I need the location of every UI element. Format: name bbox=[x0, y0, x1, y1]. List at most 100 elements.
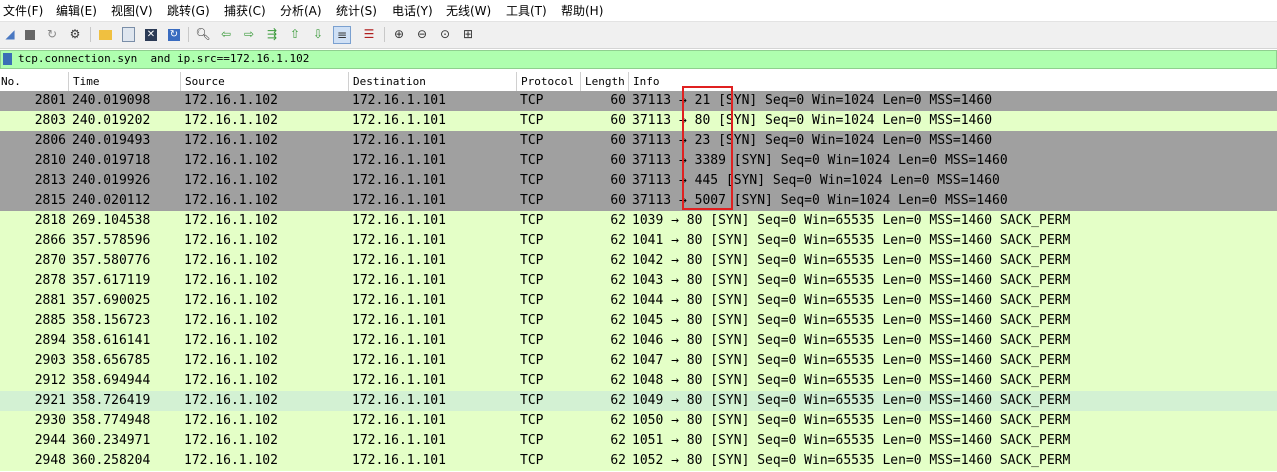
table-row[interactable]: 2930 358.774948 172.16.1.102 172.16.1.101 TC… bbox=[0, 411, 1277, 431]
packet-info: 1046 → 80 [SYN] Seq=0 Win=65535 Len=0 MS… bbox=[632, 333, 1071, 348]
column-header-destination[interactable]: Destination bbox=[353, 75, 426, 88]
table-row[interactable]: 2885 358.156723 172.16.1.102 172.16.1.101 TC… bbox=[0, 311, 1277, 331]
restart-icon[interactable]: ↻ bbox=[44, 26, 60, 42]
find-icon[interactable]: 🔍︎ bbox=[195, 26, 211, 42]
bookmark-icon[interactable] bbox=[3, 53, 12, 65]
packet-length: 62 bbox=[610, 273, 626, 288]
table-row[interactable]: 2818 269.104538 172.16.1.102 172.16.1.101 TC… bbox=[0, 211, 1277, 231]
table-row[interactable]: 2881 357.690025 172.16.1.102 172.16.1.101 TC… bbox=[0, 291, 1277, 311]
menu-file[interactable]: 文件(F) bbox=[3, 2, 43, 19]
shark-fin-start-icon[interactable]: ◢ bbox=[2, 26, 18, 42]
table-row[interactable]: 2912 358.694944 172.16.1.102 172.16.1.101 TC… bbox=[0, 371, 1277, 391]
packet-length: 62 bbox=[610, 253, 626, 268]
menu-help[interactable]: 帮助(H) bbox=[561, 2, 603, 19]
packet-source: 172.16.1.102 bbox=[184, 93, 278, 108]
column-header-protocol[interactable]: Protocol bbox=[521, 75, 574, 88]
first-packet-icon[interactable]: ⇧ bbox=[287, 26, 303, 42]
zoom-in-icon[interactable]: ⊕ bbox=[391, 26, 407, 42]
table-row[interactable]: 2894 358.616141 172.16.1.102 172.16.1.101 TC… bbox=[0, 331, 1277, 351]
toolbar-separator bbox=[384, 27, 385, 42]
packet-list: 2801 240.019098 172.16.1.102 172.16.1.101 TC… bbox=[0, 91, 1277, 472]
packet-info: 1047 → 80 [SYN] Seq=0 Win=65535 Len=0 MS… bbox=[632, 353, 1071, 368]
save-file-icon[interactable] bbox=[120, 26, 136, 42]
table-row[interactable]: 2921 358.726419 172.16.1.102 172.16.1.101 TC… bbox=[0, 391, 1277, 411]
packet-length: 62 bbox=[610, 453, 626, 468]
packet-length: 62 bbox=[610, 233, 626, 248]
column-header-info[interactable]: Info bbox=[633, 75, 660, 88]
reload-icon[interactable]: ↻ bbox=[166, 26, 182, 42]
table-row[interactable]: 2815 240.020112 172.16.1.102 172.16.1.101 TC… bbox=[0, 191, 1277, 211]
packet-protocol: TCP bbox=[520, 393, 544, 408]
menu-go[interactable]: 跳转(G) bbox=[167, 2, 210, 19]
packet-protocol: TCP bbox=[520, 453, 544, 468]
table-row[interactable]: 2866 357.578596 172.16.1.102 172.16.1.101 TC… bbox=[0, 231, 1277, 251]
packet-info: 1050 → 80 [SYN] Seq=0 Win=65535 Len=0 MS… bbox=[632, 413, 1071, 428]
table-row[interactable]: 2810 240.019718 172.16.1.102 172.16.1.101 TC… bbox=[0, 151, 1277, 171]
column-header-source[interactable]: Source bbox=[185, 75, 225, 88]
menu-statistics[interactable]: 统计(S) bbox=[336, 2, 377, 19]
packet-number: 2803 bbox=[34, 113, 66, 128]
menu-view[interactable]: 视图(V) bbox=[111, 2, 153, 19]
packet-number: 2806 bbox=[34, 133, 66, 148]
packet-destination: 172.16.1.101 bbox=[352, 373, 446, 388]
menu-analyze[interactable]: 分析(A) bbox=[280, 2, 322, 19]
table-row[interactable]: 2806 240.019493 172.16.1.102 172.16.1.101 TC… bbox=[0, 131, 1277, 151]
stop-icon[interactable] bbox=[22, 26, 38, 42]
column-header-time[interactable]: Time bbox=[73, 75, 100, 88]
packet-source: 172.16.1.102 bbox=[184, 133, 278, 148]
menu-capture[interactable]: 捕获(C) bbox=[224, 2, 266, 19]
colorize-icon[interactable]: ☰ bbox=[361, 26, 377, 42]
packet-destination: 172.16.1.101 bbox=[352, 233, 446, 248]
zoom-out-icon[interactable]: ⊖ bbox=[414, 26, 430, 42]
table-row[interactable]: 2948 360.258204 172.16.1.102 172.16.1.101 TC… bbox=[0, 451, 1277, 471]
resize-columns-icon[interactable]: ⊞ bbox=[460, 26, 476, 42]
packet-time: 357.617119 bbox=[72, 273, 151, 288]
menu-wireless[interactable]: 无线(W) bbox=[446, 2, 491, 19]
display-filter-input[interactable]: tcp.connection.syn and ip.src==172.16.1.… bbox=[18, 52, 309, 65]
packet-source: 172.16.1.102 bbox=[184, 393, 278, 408]
packet-protocol: TCP bbox=[520, 93, 544, 108]
packet-destination: 172.16.1.101 bbox=[352, 273, 446, 288]
packet-source: 172.16.1.102 bbox=[184, 333, 278, 348]
autoscroll-icon[interactable]: ≡ bbox=[333, 26, 351, 44]
column-divider[interactable] bbox=[516, 72, 517, 91]
column-divider[interactable] bbox=[68, 72, 69, 91]
packet-length: 60 bbox=[610, 113, 626, 128]
normal-size-icon[interactable]: ⊙ bbox=[437, 26, 453, 42]
table-row[interactable]: 2903 358.656785 172.16.1.102 172.16.1.101 TC… bbox=[0, 351, 1277, 371]
table-row[interactable]: 2803 240.019202 172.16.1.102 172.16.1.101 TC… bbox=[0, 111, 1277, 131]
table-row[interactable]: 2944 360.234971 172.16.1.102 172.16.1.101 TC… bbox=[0, 431, 1277, 451]
table-row[interactable]: 2878 357.617119 172.16.1.102 172.16.1.101 TC… bbox=[0, 271, 1277, 291]
back-arrow-icon[interactable]: ⇦ bbox=[218, 26, 234, 42]
packet-number: 2818 bbox=[34, 213, 66, 228]
go-to-packet-icon[interactable]: ⇶ bbox=[264, 26, 280, 42]
table-row[interactable]: 2801 240.019098 172.16.1.102 172.16.1.101 TC… bbox=[0, 91, 1277, 111]
column-divider[interactable] bbox=[580, 72, 581, 91]
options-gear-icon[interactable]: ⚙ bbox=[67, 26, 83, 42]
forward-arrow-icon[interactable]: ⇨ bbox=[241, 26, 257, 42]
column-header-no[interactable]: No. bbox=[1, 75, 21, 88]
packet-info: 1044 → 80 [SYN] Seq=0 Win=65535 Len=0 MS… bbox=[632, 293, 1071, 308]
packet-destination: 172.16.1.101 bbox=[352, 413, 446, 428]
column-divider[interactable] bbox=[628, 72, 629, 91]
menu-tools[interactable]: 工具(T) bbox=[506, 2, 547, 19]
annotation-highlight-box bbox=[682, 86, 733, 210]
packet-protocol: TCP bbox=[520, 153, 544, 168]
packet-protocol: TCP bbox=[520, 113, 544, 128]
packet-number: 2870 bbox=[34, 253, 66, 268]
column-header-length[interactable]: Length bbox=[585, 75, 625, 88]
column-divider[interactable] bbox=[348, 72, 349, 91]
column-divider[interactable] bbox=[180, 72, 181, 91]
display-filter-bar[interactable]: tcp.connection.syn and ip.src==172.16.1.… bbox=[0, 50, 1277, 69]
packet-info: 1048 → 80 [SYN] Seq=0 Win=65535 Len=0 MS… bbox=[632, 373, 1071, 388]
table-row[interactable]: 2813 240.019926 172.16.1.102 172.16.1.101 TC… bbox=[0, 171, 1277, 191]
menu-telephony[interactable]: 电话(Y) bbox=[392, 2, 433, 19]
menu-edit[interactable]: 编辑(E) bbox=[56, 2, 97, 19]
open-folder-icon[interactable] bbox=[97, 26, 113, 42]
packet-protocol: TCP bbox=[520, 353, 544, 368]
table-row[interactable]: 2870 357.580776 172.16.1.102 172.16.1.101 TC… bbox=[0, 251, 1277, 271]
last-packet-icon[interactable]: ⇩ bbox=[310, 26, 326, 42]
close-file-icon[interactable]: ✕ bbox=[143, 26, 159, 42]
packet-protocol: TCP bbox=[520, 433, 544, 448]
packet-length: 62 bbox=[610, 413, 626, 428]
